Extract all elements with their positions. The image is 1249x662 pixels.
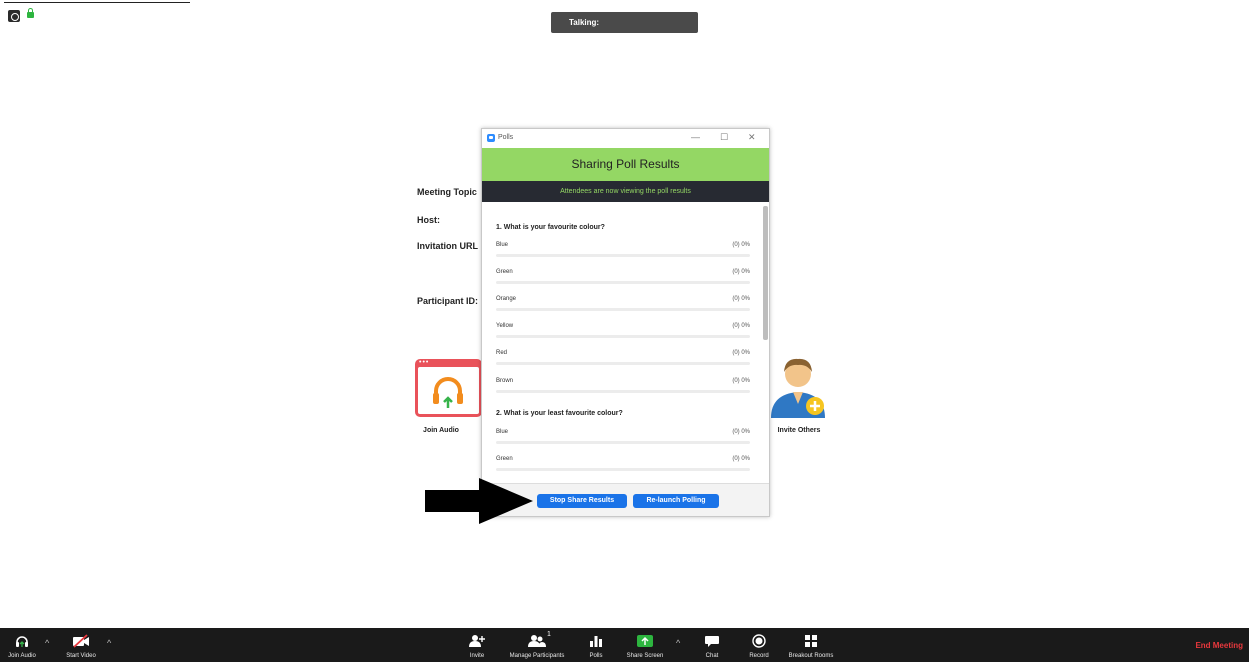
scrollbar[interactable] <box>763 206 768 340</box>
participants-icon <box>528 635 546 647</box>
join-audio-button[interactable]: Join Audio <box>0 628 44 662</box>
meeting-topic-label: Meeting Topic <box>417 187 477 197</box>
result-row: Green (0) 0% <box>496 269 750 287</box>
result-row: Green (0) 0% <box>496 456 750 474</box>
option-label: Blue <box>496 429 509 435</box>
share-screen-icon <box>637 635 653 647</box>
join-audio-tile[interactable]: ••• <box>415 359 482 417</box>
video-off-icon <box>73 634 89 648</box>
maximize-icon[interactable]: ☐ <box>720 132 728 143</box>
talking-indicator: Talking: <box>551 12 698 33</box>
question-title: 2. What is your least favourite colour? <box>496 410 623 417</box>
chat-button[interactable]: Chat <box>699 628 725 662</box>
result-row: Red (0) 0% <box>496 350 750 368</box>
invite-others-icon[interactable] <box>767 354 829 420</box>
option-value: (0) 0% <box>732 456 750 462</box>
add-person-icon <box>469 635 485 647</box>
invite-others-label: Invite Others <box>777 427 821 434</box>
start-video-label: Start Video <box>66 653 96 659</box>
invite-label: Invite <box>469 653 485 659</box>
chat-label: Chat <box>705 653 719 659</box>
polls-dialog: Polls — ☐ ✕ Sharing Poll Results Attende… <box>481 128 770 517</box>
option-label: Orange <box>496 296 517 302</box>
option-label: Yellow <box>496 323 514 329</box>
record-icon <box>752 634 766 648</box>
pointer-arrow-icon <box>425 478 533 524</box>
poll-results-list[interactable]: 1. What is your favourite colour? Blue (… <box>482 202 769 486</box>
minimize-icon[interactable]: — <box>691 132 700 142</box>
result-bar <box>496 254 750 257</box>
record-button[interactable]: Record <box>744 628 774 662</box>
result-row: Blue (0) 0% <box>496 429 750 447</box>
host-label: Host: <box>417 215 440 225</box>
option-label: Brown <box>496 378 514 384</box>
relaunch-polling-button[interactable]: Re-launch Polling <box>633 494 719 508</box>
zoom-app-icon <box>487 134 495 142</box>
end-meeting-button[interactable]: End Meeting <box>1195 641 1243 650</box>
top-divider <box>4 2 190 3</box>
option-label: Blue <box>496 242 509 248</box>
share-options-chevron-icon[interactable]: ^ <box>676 638 680 648</box>
breakout-rooms-button[interactable]: Breakout Rooms <box>780 628 842 662</box>
dialog-title: Polls <box>498 134 514 141</box>
result-bar <box>496 468 750 471</box>
sharing-banner: Sharing Poll Results <box>482 148 769 181</box>
start-video-button[interactable]: Start Video <box>56 628 106 662</box>
meeting-info-icon[interactable] <box>8 10 20 22</box>
result-bar <box>496 335 750 338</box>
polls-label: Polls <box>589 653 603 659</box>
dialog-titlebar[interactable]: Polls — ☐ ✕ <box>482 129 769 148</box>
option-value: (0) 0% <box>732 429 750 435</box>
option-label: Green <box>496 456 513 462</box>
join-audio-label: Join Audio <box>8 653 36 659</box>
share-screen-button[interactable]: Share Screen <box>620 628 670 662</box>
manage-participants-label: Manage Participants <box>509 653 565 659</box>
headphones-icon <box>16 636 28 647</box>
video-options-chevron-icon[interactable]: ^ <box>107 638 111 648</box>
chat-icon <box>705 636 719 647</box>
result-bar <box>496 281 750 284</box>
bar-chart-icon <box>590 636 602 647</box>
option-value: (0) 0% <box>732 323 750 329</box>
join-audio-tile-label: Join Audio <box>423 427 459 434</box>
option-label: Green <box>496 269 513 275</box>
share-screen-label: Share Screen <box>626 653 664 659</box>
meeting-toolbar: Join Audio ^ Start Video ^ Invite 1 Mana… <box>0 628 1249 662</box>
participant-id-label: Participant ID: <box>417 296 479 306</box>
result-bar <box>496 441 750 444</box>
result-row: Orange (0) 0% <box>496 296 750 314</box>
question-title: 1. What is your favourite colour? <box>496 224 605 231</box>
option-value: (0) 0% <box>732 242 750 248</box>
zoom-meeting-window: Talking: Meeting Topic Host: Invitation … <box>0 0 1249 662</box>
result-row: Yellow (0) 0% <box>496 323 750 341</box>
invitation-url-label: Invitation URL <box>417 241 478 251</box>
option-label: Red <box>496 350 508 356</box>
result-bar <box>496 308 750 311</box>
result-bar <box>496 362 750 365</box>
result-row: Blue (0) 0% <box>496 242 750 260</box>
record-label: Record <box>749 653 769 659</box>
window-dots-icon: ••• <box>419 359 430 366</box>
lock-icon[interactable] <box>27 8 34 18</box>
option-value: (0) 0% <box>732 378 750 384</box>
invite-button[interactable]: Invite <box>462 628 492 662</box>
polls-button[interactable]: Polls <box>584 628 608 662</box>
headphones-icon <box>433 377 463 408</box>
participant-count-badge: 1 <box>547 631 551 638</box>
audio-options-chevron-icon[interactable]: ^ <box>45 638 49 648</box>
stop-share-results-button[interactable]: Stop Share Results <box>537 494 627 508</box>
result-bar <box>496 390 750 393</box>
result-row: Brown (0) 0% <box>496 378 750 396</box>
option-value: (0) 0% <box>732 350 750 356</box>
option-value: (0) 0% <box>732 296 750 302</box>
breakout-rooms-label: Breakout Rooms <box>788 653 834 659</box>
option-value: (0) 0% <box>732 269 750 275</box>
breakout-rooms-icon <box>805 635 817 647</box>
sharing-sub-banner: Attendees are now viewing the poll resul… <box>482 181 769 202</box>
close-icon[interactable]: ✕ <box>748 132 756 143</box>
manage-participants-button[interactable]: 1 Manage Participants <box>500 628 574 662</box>
